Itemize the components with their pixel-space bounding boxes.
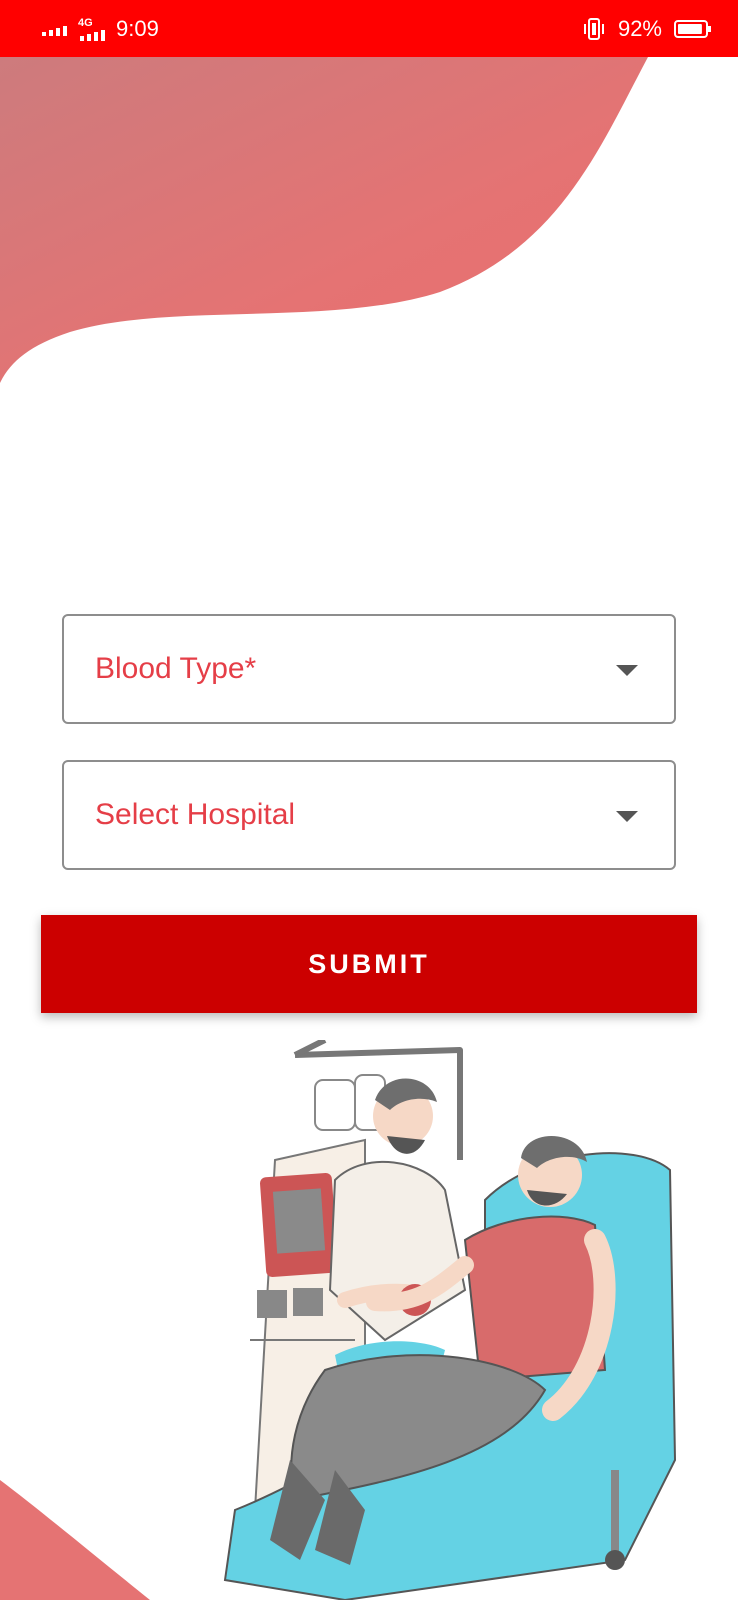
blood-type-label: Blood Type* (95, 652, 257, 685)
status-time: 9:09 (116, 16, 159, 41)
battery-icon (674, 20, 711, 38)
blood-type-dropdown[interactable]: Blood Type* (62, 614, 676, 724)
network-4g-signal-icon: 4G (78, 17, 105, 41)
network-type-label: 4G (78, 17, 93, 29)
header-wave-background (0, 57, 648, 383)
footer-wave-background (0, 1480, 150, 1600)
hospital-dropdown[interactable]: Select Hospital (62, 760, 676, 870)
chevron-down-icon (616, 811, 638, 822)
chevron-down-icon (616, 665, 638, 676)
battery-fill (678, 24, 702, 34)
signal-bars-icon (42, 26, 67, 36)
status-left: 4G 9:09 (42, 14, 159, 44)
submit-button[interactable]: SUBMIT (41, 915, 697, 1013)
vibrate-icon (583, 18, 604, 40)
status-right: 92% (582, 14, 712, 44)
hospital-label: Select Hospital (95, 798, 296, 831)
battery-percent: 92% (617, 16, 662, 41)
blood-donation-illustration (223, 1040, 677, 1600)
status-bar: 4G 9:09 92% (0, 0, 738, 57)
